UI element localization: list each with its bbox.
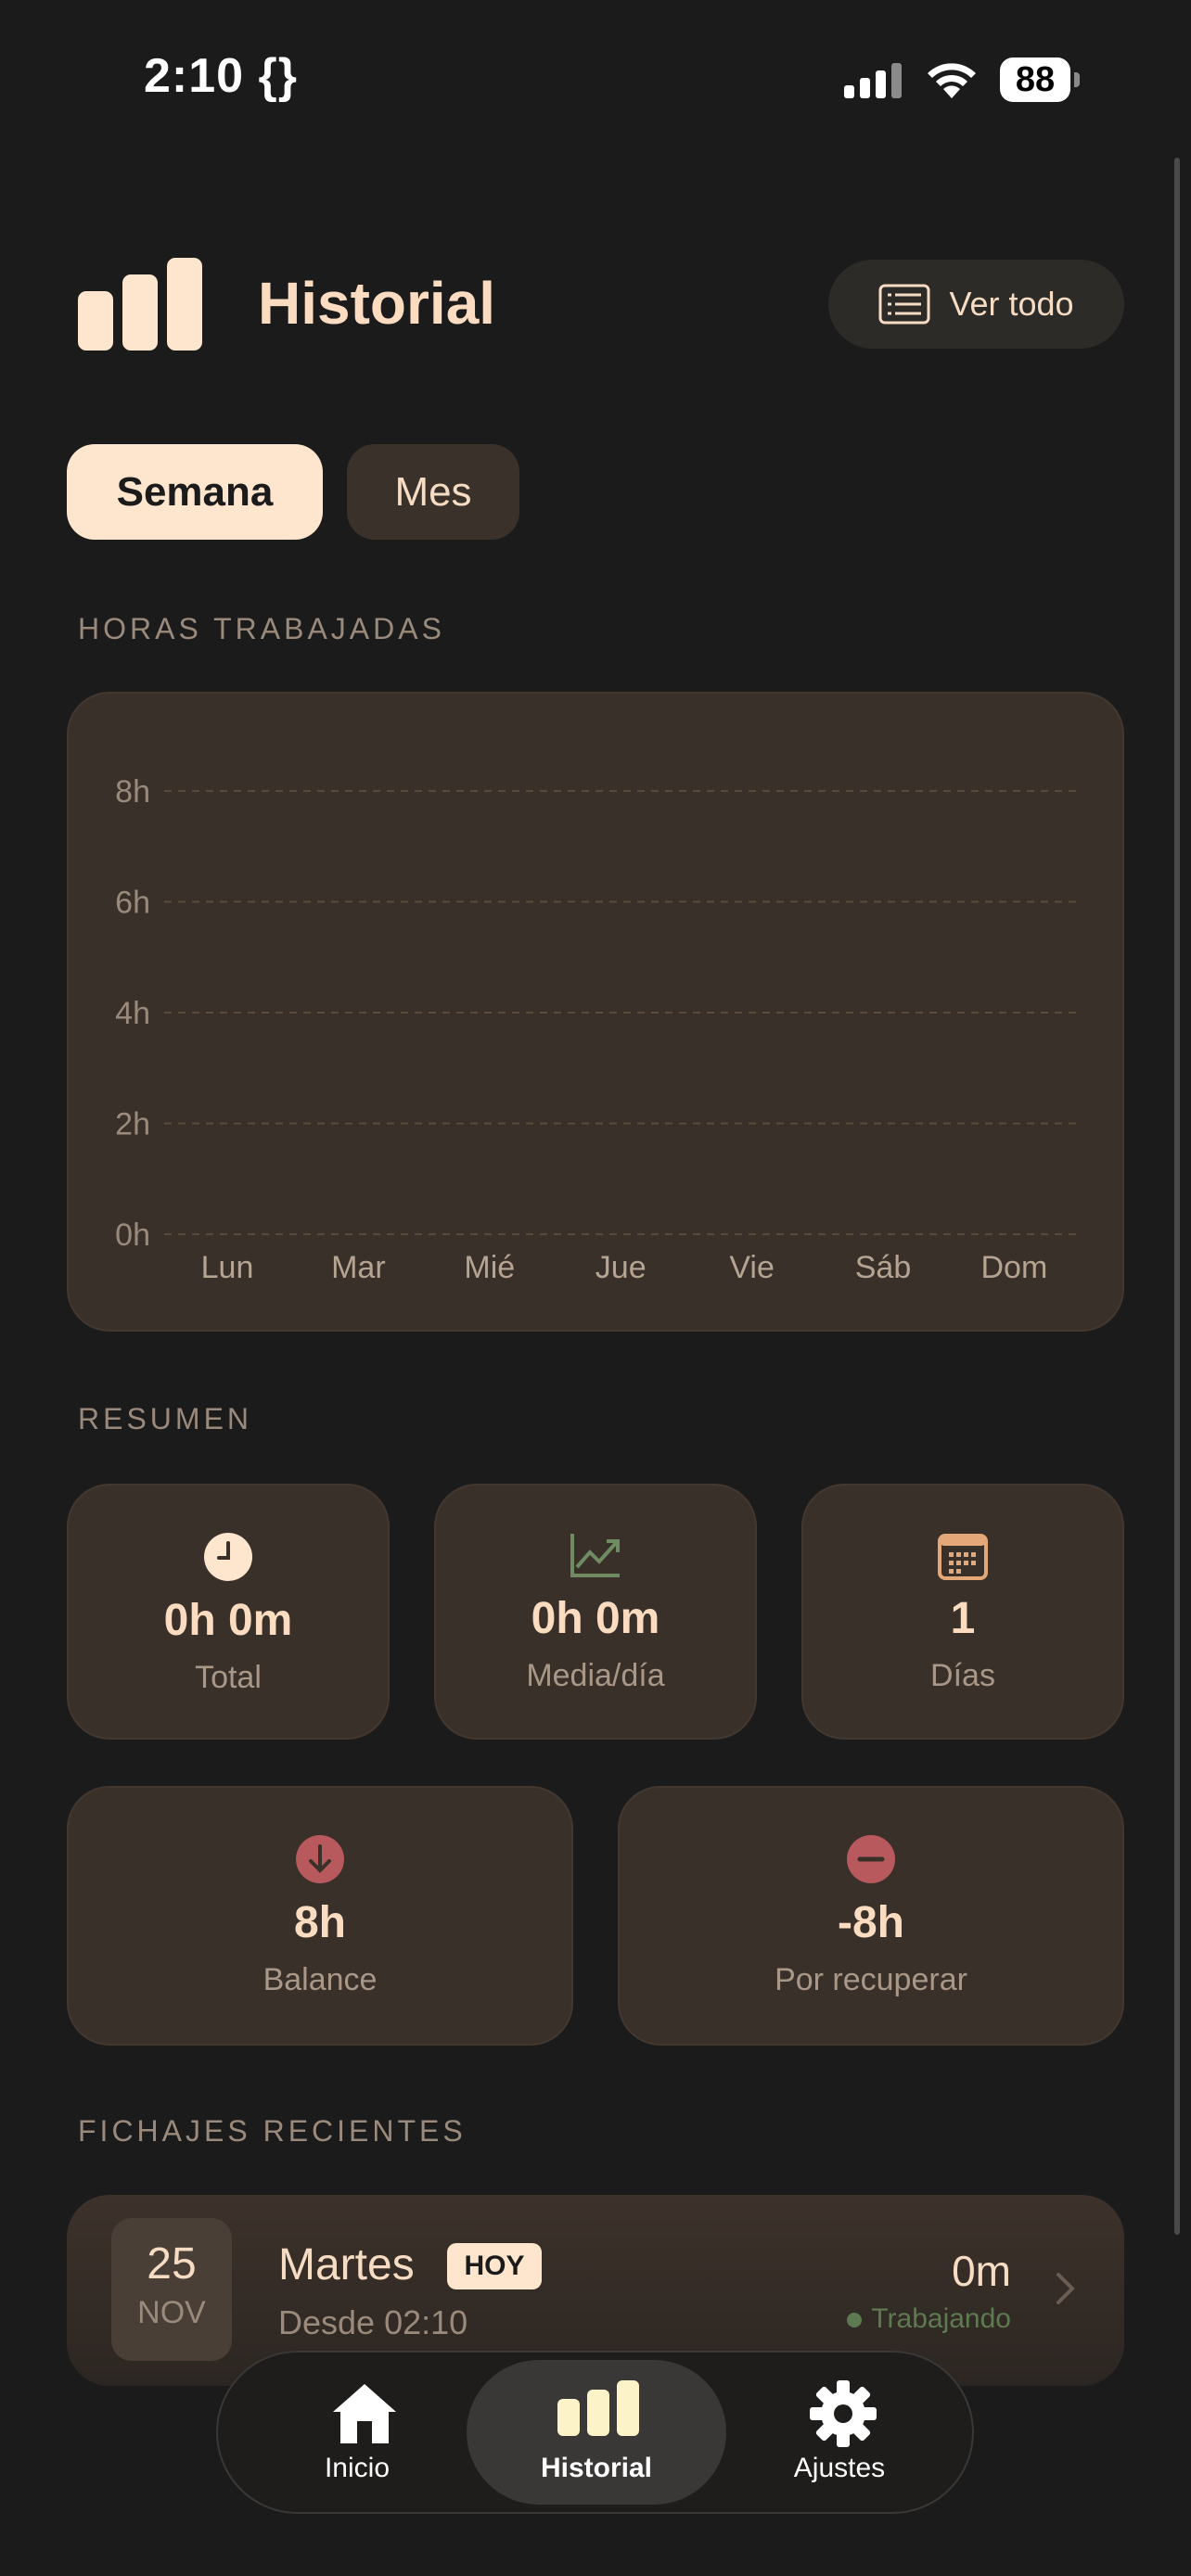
y-tick-label: 8h (115, 774, 150, 810)
x-tick-label: Mié (464, 1250, 515, 1285)
minus-circle-icon (847, 1835, 895, 1883)
to-recover-label: Por recuperar (775, 1962, 967, 1997)
scrollbar[interactable] (1174, 158, 1180, 2235)
calendar-icon (938, 1534, 988, 1580)
balance-card: 8h Balance (67, 1786, 573, 2046)
entry-status-label: Trabajando (871, 2303, 1011, 2334)
wifi-icon (928, 63, 976, 98)
list-icon (878, 284, 930, 325)
tab-bar: Inicio Historial Ajustes (216, 2351, 974, 2514)
entry-duration: 0m (952, 2247, 1011, 2295)
date-badge: 25 NOV (111, 2218, 232, 2361)
today-badge: HOY (447, 2243, 542, 2289)
days-label: Días (930, 1658, 995, 1693)
days-card: 1 Días (801, 1484, 1124, 1740)
balance-value: 8h (293, 1898, 346, 1947)
to-recover-value: -8h (838, 1898, 904, 1947)
days-value: 1 (950, 1594, 976, 1643)
total-label: Total (195, 1660, 262, 1695)
chevron-right-icon[interactable] (1056, 2272, 1076, 2305)
x-tick-label: Jue (596, 1250, 647, 1285)
gear-icon (810, 2380, 877, 2447)
tab-inicio[interactable]: Inicio (255, 2353, 459, 2512)
home-icon (333, 2384, 396, 2443)
tab-label-historial: Historial (540, 2453, 653, 2483)
average-card: 0h 0m Media/día (434, 1484, 757, 1740)
date-month: NOV (137, 2295, 206, 2330)
battery-indicator: 88 (1000, 57, 1080, 102)
tab-label-inicio: Inicio (324, 2453, 391, 2483)
recent-section-label: FICHAJES RECIENTES (78, 2114, 467, 2148)
chart-section-label: HORAS TRABAJADAS (78, 612, 445, 645)
arrow-down-icon (296, 1835, 344, 1883)
status-dot (847, 2313, 863, 2328)
hours-chart: 8h 6h 4h 2h 0h Lun Mar Mié Jue Vie Sáb Dom (115, 774, 1082, 1285)
bar-chart-icon (557, 2380, 639, 2436)
view-all-button[interactable]: Ver todo (828, 260, 1124, 349)
y-tick-label: 0h (115, 1218, 150, 1253)
average-value: 0h 0m (531, 1594, 660, 1643)
total-value: 0h 0m (163, 1596, 293, 1645)
segment-week[interactable]: Semana (67, 444, 323, 540)
history-logo-icon (78, 258, 202, 351)
battery-level: 88 (1000, 57, 1070, 102)
status-time: 2:10 {} (144, 49, 298, 103)
to-recover-card: -8h Por recuperar (618, 1786, 1124, 2046)
total-card: 0h 0m Total (67, 1484, 390, 1740)
y-tick-label: 4h (115, 996, 150, 1031)
entry-since: Desde 02:10 (278, 2303, 468, 2341)
cellular-signal-icon (844, 61, 903, 98)
page-title: Historial (258, 270, 496, 337)
date-day: 25 (147, 2239, 197, 2289)
tab-historial[interactable]: Historial (467, 2360, 726, 2505)
x-tick-label: Mar (331, 1250, 386, 1285)
average-label: Media/día (526, 1658, 665, 1693)
summary-section-label: RESUMEN (78, 1402, 253, 1435)
x-tick-label: Vie (729, 1250, 775, 1285)
balance-label: Balance (263, 1962, 378, 1997)
x-tick-label: Lun (201, 1250, 254, 1285)
tab-label-ajustes: Ajustes (793, 2453, 886, 2483)
x-tick-label: Sáb (855, 1250, 912, 1285)
x-tick-label: Dom (981, 1250, 1048, 1285)
y-tick-label: 6h (115, 886, 150, 921)
tab-ajustes[interactable]: Ajustes (737, 2353, 941, 2512)
entry-weekday: Martes (278, 2240, 415, 2289)
trend-up-icon (570, 1534, 620, 1577)
clock-icon (204, 1533, 252, 1581)
view-all-label: Ver todo (949, 285, 1074, 323)
entry-status: Trabajando (835, 2303, 1011, 2335)
y-tick-label: 2h (115, 1107, 150, 1142)
segment-month[interactable]: Mes (347, 444, 519, 540)
